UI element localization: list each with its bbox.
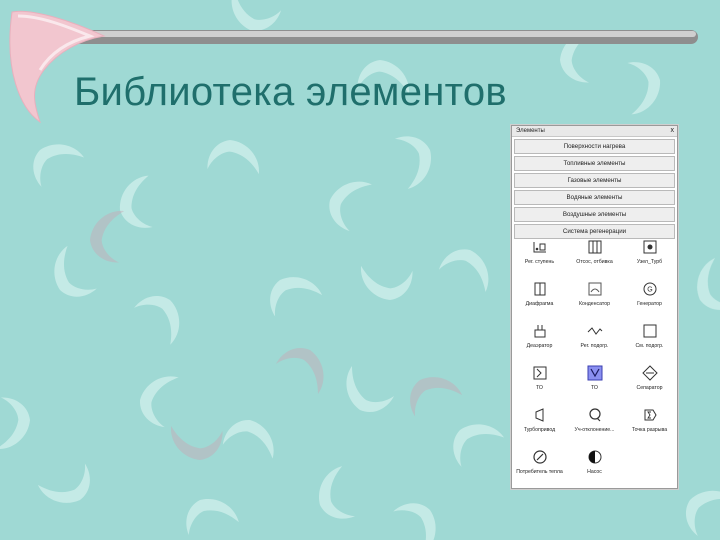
- element-turbine-node[interactable]: Узел_Турб: [622, 234, 677, 276]
- element-label: ТО: [536, 385, 543, 391]
- deviation-icon: [588, 408, 601, 422]
- element-label: Уч-отклонение...: [574, 427, 615, 433]
- break-point-icon: [644, 409, 657, 421]
- heat-exchanger-icon: [533, 366, 546, 380]
- condenser-icon: [588, 282, 601, 296]
- category-water-elements[interactable]: Водяные элементы: [514, 190, 675, 205]
- element-label: Насос: [587, 469, 602, 475]
- regulating-stage-icon: [533, 242, 546, 253]
- element-label: См. подогр.: [635, 343, 664, 349]
- element-break-point[interactable]: Точка разрыва: [622, 402, 677, 444]
- close-icon[interactable]: x: [671, 126, 675, 136]
- deaerator-icon: [534, 325, 545, 338]
- element-mixing-heater[interactable]: См. подогр.: [622, 318, 677, 360]
- element-separator[interactable]: Сепаратор: [622, 360, 677, 402]
- element-label: Узел_Турб: [636, 259, 663, 265]
- category-heating-surfaces[interactable]: Поверхности нагрева: [514, 139, 675, 154]
- element-deaerator[interactable]: Деаэратор: [512, 318, 567, 360]
- element-pump[interactable]: Насос: [567, 444, 622, 486]
- heat-exchanger-selected-icon: [587, 365, 602, 381]
- element-label: Генератор: [637, 301, 662, 307]
- elements-library-panel: Элементы x Поверхности нагрева Топливные…: [511, 125, 678, 489]
- element-heat-consumer[interactable]: Потребитель тепла: [512, 444, 567, 486]
- category-fuel-elements[interactable]: Топливные элементы: [514, 156, 675, 171]
- element-turbo-drive[interactable]: Турбопривод: [512, 402, 567, 444]
- diaphragm-icon: [534, 282, 545, 296]
- element-label: Деаэратор: [526, 343, 553, 349]
- generator-icon: G: [643, 282, 656, 296]
- separator-icon: [641, 365, 658, 381]
- svg-text:G: G: [647, 287, 652, 294]
- reg-heater-icon: [587, 327, 602, 335]
- extraction-icon: [588, 240, 601, 254]
- element-label: Конденсатор: [578, 301, 610, 307]
- turbine-node-icon: [643, 240, 656, 254]
- element-heat-exchanger[interactable]: ТО: [512, 360, 567, 402]
- slide-title: Библиотека элементов: [74, 70, 507, 114]
- element-condenser[interactable]: Конденсатор: [567, 276, 622, 318]
- element-label: ТО: [591, 385, 598, 391]
- element-label: Потребитель тепла: [516, 469, 563, 475]
- element-diaphragm[interactable]: Диафрагма: [512, 276, 567, 318]
- element-extraction[interactable]: Отсос, отбивка: [567, 234, 622, 276]
- element-deviation[interactable]: Уч-отклонение...: [567, 402, 622, 444]
- element-label: Сепаратор: [636, 385, 663, 391]
- category-air-elements[interactable]: Воздушные элементы: [514, 207, 675, 222]
- element-grid: Рег. ступень Отсос, отбивка Узел_Турб Ди…: [512, 234, 677, 486]
- element-label: Диафрагма: [525, 301, 554, 307]
- element-label: Рег. ступень: [524, 259, 555, 265]
- element-label: Рег. подогр.: [580, 343, 609, 349]
- element-label: Отсос, отбивка: [576, 259, 613, 265]
- element-generator[interactable]: G Генератор: [622, 276, 677, 318]
- category-gas-elements[interactable]: Газовые элементы: [514, 173, 675, 188]
- pump-icon: [588, 450, 601, 464]
- mixing-heater-icon: [643, 324, 656, 338]
- panel-title: Элементы: [516, 128, 545, 134]
- heat-consumer-icon: [532, 450, 547, 464]
- element-regulating-stage[interactable]: Рег. ступень: [512, 234, 567, 276]
- element-heat-exchanger-selected[interactable]: ТО: [567, 360, 622, 402]
- element-reg-heater[interactable]: Рег. подогр.: [567, 318, 622, 360]
- element-label: Точка разрыва: [631, 427, 668, 433]
- panel-header: Элементы x: [512, 126, 677, 137]
- element-label: Турбопривод: [523, 427, 556, 433]
- turbo-drive-icon: [535, 408, 543, 422]
